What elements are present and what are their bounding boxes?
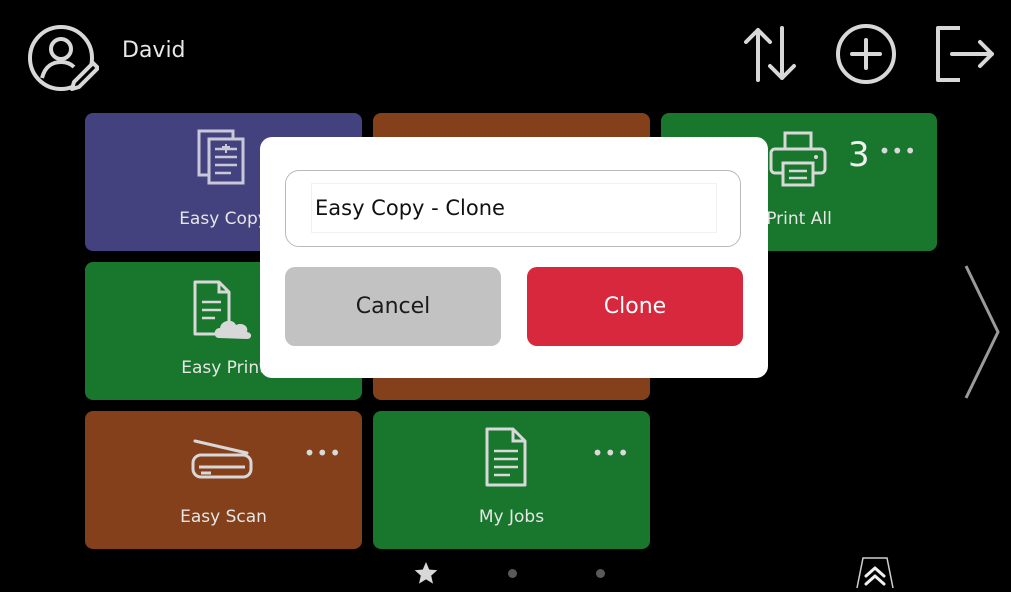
- clone-name-field[interactable]: Easy Copy - Clone: [285, 170, 741, 247]
- cancel-button[interactable]: Cancel: [285, 267, 501, 346]
- clone-dialog: Easy Copy - Clone Cancel Clone: [260, 137, 768, 378]
- modal-overlay: Easy Copy - Clone Cancel Clone: [0, 0, 1011, 587]
- clone-name-input[interactable]: Easy Copy - Clone: [311, 183, 717, 233]
- clone-button[interactable]: Clone: [527, 267, 743, 346]
